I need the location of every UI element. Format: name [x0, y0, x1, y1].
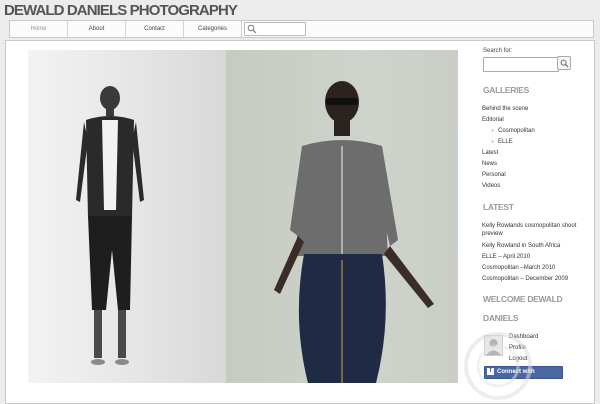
content-panel: Search for: GALLERIES Behind the scene E…	[5, 40, 595, 404]
latest-post-link[interactable]: Cosmopolitan – December 2009	[482, 275, 584, 283]
galleries-title: GALLERIES	[483, 85, 529, 95]
featured-photo[interactable]	[28, 50, 458, 383]
sidebar-search-input[interactable]	[483, 57, 559, 72]
latest-post-link[interactable]: ELLE – April 2010	[482, 253, 584, 261]
latest-title: LATEST	[483, 202, 514, 212]
site-title[interactable]: DEWALD DANIELS PHOTOGRAPHY	[4, 1, 238, 21]
gallery-link-personal[interactable]: Personal	[482, 171, 584, 179]
search-icon	[247, 24, 257, 34]
gallery-link-videos[interactable]: Videos	[482, 182, 584, 190]
search-label: Search for:	[483, 48, 513, 54]
nav-home[interactable]: Home	[10, 21, 68, 37]
photo-right-color	[226, 50, 458, 383]
main-nav: Home About Contact Categories	[9, 20, 594, 38]
gallery-link-latest[interactable]: Latest	[482, 149, 584, 157]
gallery-link-news[interactable]: News	[482, 160, 584, 168]
nav-about[interactable]: About	[68, 21, 126, 37]
search-icon	[560, 59, 569, 68]
gallery-link-behind-the-scene[interactable]: Behind the scene	[482, 105, 584, 113]
model-silhouette-left	[76, 86, 144, 365]
gallery-link-editorial[interactable]: Editorial	[482, 116, 584, 124]
gallery-sublink-cosmopolitan[interactable]: Cosmopolitan	[491, 127, 535, 135]
latest-post-link[interactable]: Cosmopolitan –March 2010	[482, 264, 584, 272]
welcome-title: WELCOME DEWALD	[483, 294, 563, 304]
nav-categories[interactable]: Categories	[184, 21, 242, 37]
latest-post-link[interactable]: Kelly Rowland in South Africa	[482, 242, 584, 250]
welcome-title-name: DANIELS	[483, 313, 519, 323]
logo-watermark-icon	[464, 332, 532, 400]
gallery-sublink-elle[interactable]: ELLE	[491, 138, 513, 146]
nav-contact[interactable]: Contact	[126, 21, 184, 37]
model-silhouette-right	[274, 81, 434, 383]
photo-left-bw	[28, 50, 226, 383]
nav-search-input[interactable]	[244, 22, 306, 36]
latest-post-link[interactable]: Kelly Rowlands cosmopolitan shoot previe…	[482, 222, 584, 238]
sidebar-search-button[interactable]	[557, 56, 571, 70]
